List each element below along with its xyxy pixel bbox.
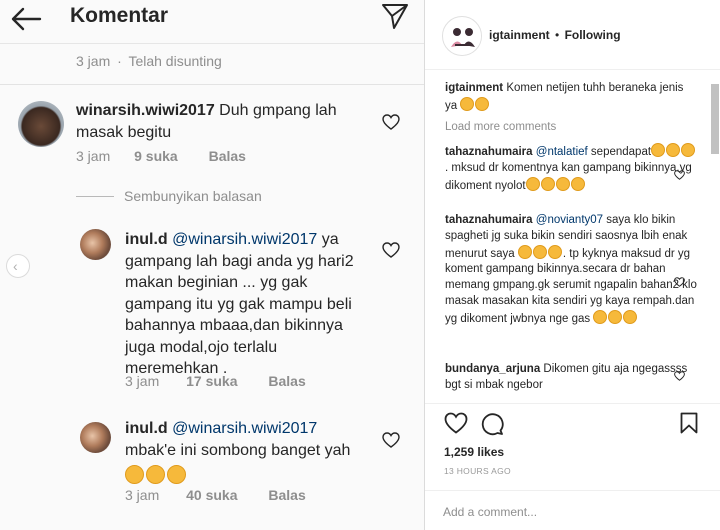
load-more-comments-button[interactable]: Load more comments — [445, 121, 556, 133]
post-comment: tahaznahumaira @novianty07 saya klo biki… — [445, 213, 697, 328]
emoji-icon — [475, 96, 490, 111]
emoji-icon — [167, 465, 186, 484]
divider — [76, 196, 114, 197]
post-username[interactable]: igtainment — [489, 28, 550, 42]
add-comment-bar — [425, 490, 720, 530]
avatar[interactable] — [80, 422, 111, 453]
caption-meta: 3 jam · Telah disunting — [76, 53, 222, 69]
avatar-image — [445, 19, 481, 55]
caption-username[interactable]: igtainment — [445, 82, 503, 94]
post-comments[interactable]: igtainment Komen netijen tuhh beraneka j… — [425, 70, 720, 403]
post-header: igtainment • Following — [425, 0, 720, 70]
emoji-icon — [525, 176, 540, 191]
comments-header: Komentar — [0, 0, 424, 44]
avatar[interactable] — [442, 16, 482, 56]
heart-icon[interactable] — [382, 114, 400, 130]
emoji-group — [125, 465, 188, 488]
comment-username[interactable]: tahaznahumaira — [445, 214, 533, 226]
reply-comment: inul.d @winarsih.wiwi2017 mbak'e ini som… — [125, 418, 375, 488]
hide-replies-label: Sembunyikan balasan — [124, 188, 262, 204]
comment-time: 3 jam — [76, 148, 111, 164]
page-title: Komentar — [70, 4, 169, 27]
follow-status-button[interactable]: Following — [565, 28, 621, 42]
comment-username[interactable]: winarsih.wiwi2017 — [76, 102, 215, 119]
emoji-icon — [623, 309, 638, 324]
comment-username[interactable]: tahaznahumaira — [445, 146, 533, 158]
heart-icon[interactable] — [444, 412, 468, 434]
emoji-icon — [540, 176, 555, 191]
reply-button[interactable]: Balas — [268, 373, 305, 389]
comment-meta: 3 jam 9 suka Balas — [76, 148, 246, 164]
previous-button[interactable]: ‹ — [6, 254, 30, 278]
edited-label: Telah disunting — [128, 53, 222, 69]
post-comment: tahaznahumaira @ntalatief sependapat. mk… — [445, 143, 697, 194]
reply-time: 3 jam — [125, 373, 160, 389]
comment-mention[interactable]: @novianty07 — [536, 214, 603, 226]
dot-separator: • — [555, 28, 560, 42]
emoji-icon — [532, 244, 547, 259]
reply-body: ya gampang lah bagi anda yg hari2 makan … — [125, 231, 354, 377]
likes-count[interactable]: 17 suka — [186, 373, 237, 389]
likes-count[interactable]: 9 suka — [134, 148, 178, 164]
heart-icon[interactable] — [382, 242, 400, 258]
emoji-icon — [125, 465, 144, 484]
heart-icon[interactable] — [674, 170, 685, 180]
emoji-icon — [570, 176, 585, 191]
back-arrow-icon[interactable] — [8, 4, 44, 34]
comment-username[interactable]: bundanya_arjuna — [445, 363, 540, 375]
post-likes-count[interactable]: 1,259 likes — [444, 445, 504, 459]
post-panel: igtainment • Following igtainment Komen … — [425, 0, 720, 530]
emoji-icon — [547, 244, 562, 259]
caption: igtainment Komen netijen tuhh beraneka j… — [445, 81, 697, 115]
emoji-icon — [593, 309, 608, 324]
comment-icon[interactable] — [480, 412, 504, 436]
reply-comment: inul.d @winarsih.wiwi2017 ya gampang lah… — [125, 229, 373, 380]
avatar[interactable] — [18, 101, 64, 147]
heart-icon[interactable] — [674, 277, 685, 287]
comment-text: sependapat — [590, 146, 652, 158]
reply-button[interactable]: Balas — [209, 148, 246, 164]
avatar[interactable] — [80, 229, 111, 260]
emoji-icon — [146, 465, 165, 484]
reply-time: 3 jam — [125, 487, 160, 503]
bookmark-icon[interactable] — [680, 412, 698, 434]
heart-icon[interactable] — [382, 432, 400, 448]
post-actions: 1,259 likes 13 HOURS AGO — [425, 403, 720, 530]
emoji-icon — [460, 96, 475, 111]
reply-meta: 3 jam 40 suka Balas — [125, 487, 306, 503]
emoji-icon — [681, 143, 696, 157]
post-timestamp: 13 HOURS AGO — [444, 466, 511, 476]
send-icon[interactable] — [380, 1, 410, 31]
separator-line — [0, 84, 424, 85]
heart-icon[interactable] — [674, 371, 685, 381]
meta-separator: · — [117, 53, 122, 69]
reply-meta: 3 jam 17 suka Balas — [125, 373, 306, 389]
likes-count[interactable]: 40 suka — [186, 487, 237, 503]
reply-mention[interactable]: @winarsih.wiwi2017 — [172, 231, 317, 248]
emoji-icon — [608, 309, 623, 324]
emoji-icon — [555, 176, 570, 191]
add-comment-input[interactable] — [443, 502, 698, 522]
reply-body: mbak'e ini sombong banget yah — [125, 441, 351, 459]
comment-mention[interactable]: @ntalatief — [536, 146, 588, 158]
post-comment: bundanya_arjuna Dikomen gitu aja ngegass… — [445, 362, 697, 394]
emoji-icon — [517, 244, 532, 259]
emoji-icon — [666, 143, 681, 157]
chevron-left-icon: ‹ — [13, 258, 18, 274]
scrollbar[interactable] — [711, 84, 719, 154]
reply-username[interactable]: inul.d — [125, 231, 168, 248]
reply-username[interactable]: inul.d — [125, 420, 168, 437]
reply-button[interactable]: Balas — [268, 487, 305, 503]
reply-mention[interactable]: @winarsih.wiwi2017 — [172, 420, 317, 437]
comment-main: winarsih.wiwi2017 Duh gmpang lah masak b… — [76, 100, 376, 143]
comments-panel: Komentar 3 jam · Telah disunting winarsi… — [0, 0, 424, 530]
emoji-icon — [651, 143, 666, 157]
caption-time: 3 jam — [76, 53, 111, 69]
post-author: igtainment • Following — [489, 28, 621, 42]
